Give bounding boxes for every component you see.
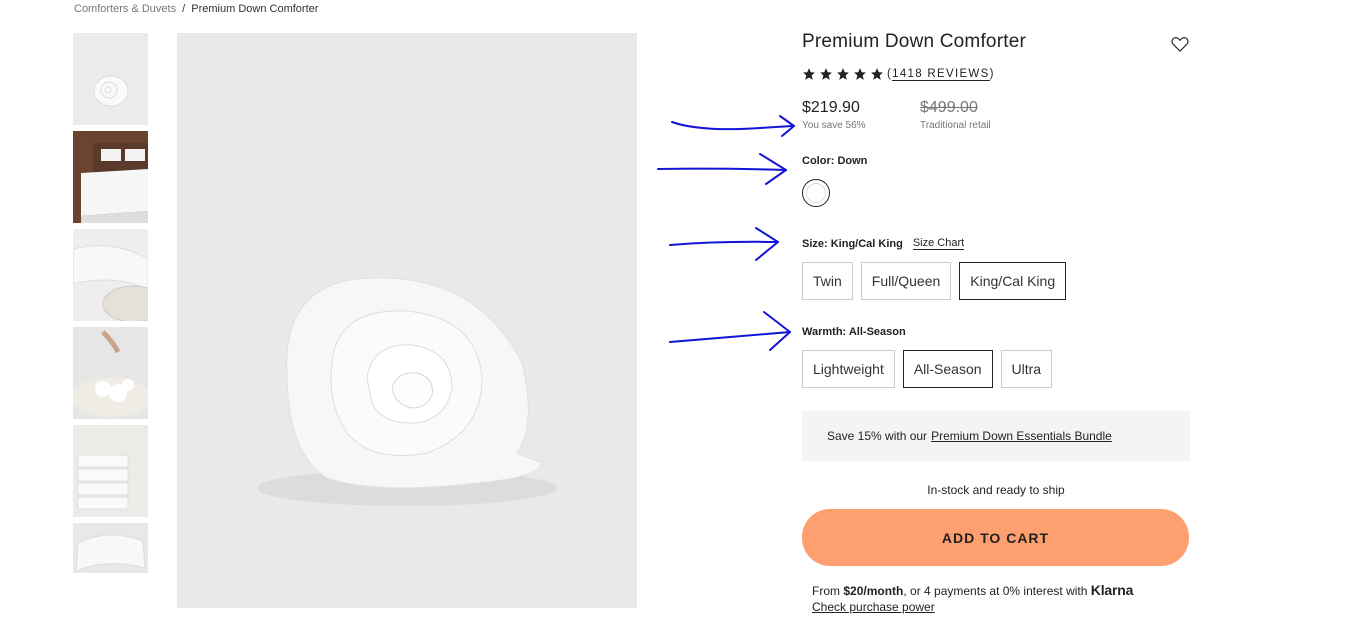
size-option-king-cal-king[interactable]: King/Cal King <box>959 262 1067 300</box>
size-chart-link[interactable]: Size Chart <box>912 237 965 250</box>
product-title: Premium Down Comforter <box>802 31 1027 52</box>
product-details: Premium Down Comforter (1418 REVIEWS) $2… <box>802 30 1190 615</box>
size-options: Twin Full/Queen King/Cal King <box>802 262 1190 300</box>
warmth-option-all-season[interactable]: All-Season <box>902 350 993 388</box>
annotation-arrow-size <box>669 240 779 246</box>
breadcrumb-separator: / <box>182 3 186 15</box>
star-icon <box>820 68 832 80</box>
sale-price: $219.90 <box>802 99 860 116</box>
size-option-full-queen[interactable]: Full/Queen <box>860 262 952 300</box>
annotation-arrow-price <box>671 121 793 131</box>
warmth-options: Lightweight All-Season Ultra <box>802 350 1190 388</box>
thumbnail-pillow[interactable] <box>73 523 148 573</box>
annotation-arrow-warmth <box>669 331 791 343</box>
heart-icon[interactable] <box>1170 34 1190 54</box>
breadcrumb-current: Premium Down Comforter <box>191 3 319 15</box>
warmth-label: Warmth: All-Season <box>802 326 906 338</box>
bundle-link[interactable]: Premium Down Essentials Bundle <box>931 429 1112 443</box>
thumbnail-list <box>73 33 148 579</box>
klarna-amount: $20/month <box>843 584 904 598</box>
bundle-promo: Save 15% with our Premium Down Essential… <box>802 411 1190 461</box>
star-icon <box>803 68 815 80</box>
stock-status: In-stock and ready to ship <box>927 483 1065 497</box>
thumbnail-bedroom[interactable] <box>73 131 148 223</box>
warmth-option-lightweight[interactable]: Lightweight <box>802 350 895 388</box>
reviews-link[interactable]: (1418 REVIEWS) <box>887 68 995 81</box>
check-purchase-power-link[interactable]: Check purchase power <box>812 600 935 614</box>
size-option-twin[interactable]: Twin <box>802 262 853 300</box>
reviews-count[interactable]: 1418 REVIEWS <box>892 68 990 81</box>
savings-note: You save 56% <box>802 120 866 131</box>
star-rating <box>802 67 884 81</box>
retail-price: $499.00 <box>920 99 978 116</box>
add-to-cart-button[interactable]: ADD TO CART <box>802 509 1189 566</box>
main-product-image <box>177 33 637 608</box>
breadcrumb-parent-link[interactable]: Comforters & Duvets <box>74 3 176 15</box>
warmth-option-ultra[interactable]: Ultra <box>1000 350 1053 388</box>
thumbnail-comforter-detail[interactable] <box>73 229 148 321</box>
star-icon <box>837 68 849 80</box>
bundle-text: Save 15% with our <box>827 429 928 443</box>
star-icon <box>854 68 866 80</box>
price-row: $219.90 You save 56% $499.00 Traditional… <box>802 98 1190 131</box>
color-label: Color: Down <box>802 155 868 167</box>
size-label-row: Size: King/Cal King Size Chart <box>802 237 1190 250</box>
annotation-arrow-color <box>657 167 787 171</box>
klarna-from: From <box>812 584 840 598</box>
thumbnail-rolled-comforter[interactable] <box>73 33 148 125</box>
thumbnail-down-fill[interactable] <box>73 327 148 419</box>
size-label: Size: King/Cal King <box>802 237 903 250</box>
klarna-logo: Klarna <box>1090 582 1134 598</box>
rating: (1418 REVIEWS) <box>802 66 1190 82</box>
klarna-terms: , or 4 payments at 0% interest with <box>903 584 1088 598</box>
breadcrumb: Comforters & Duvets / Premium Down Comfo… <box>74 3 318 15</box>
klarna-financing: From $20/month, or 4 payments at 0% inte… <box>802 582 1190 615</box>
thumbnail-folded-stack[interactable] <box>73 425 148 517</box>
star-icon <box>871 68 883 80</box>
color-swatch-down[interactable] <box>802 179 830 207</box>
retail-note: Traditional retail <box>920 120 991 131</box>
